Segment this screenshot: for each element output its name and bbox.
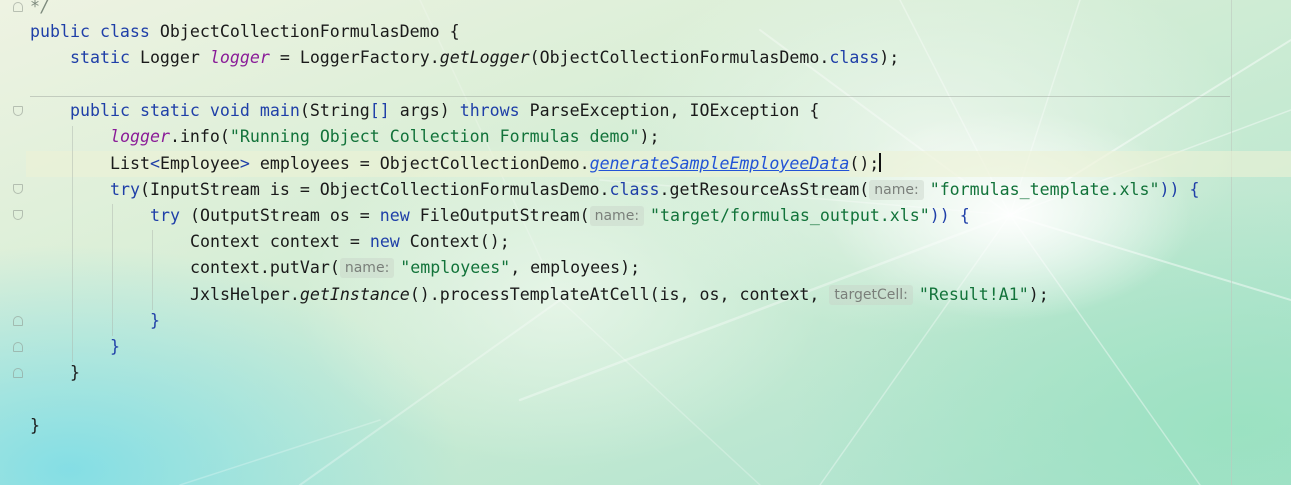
get-logger-arg: (ObjectCollectionFormulasDemo. xyxy=(529,48,830,67)
parameter-hint-name: name: xyxy=(869,180,924,200)
template-filename-string: "formulas_template.xls" xyxy=(929,180,1160,199)
indent-guide-try-input xyxy=(112,204,113,336)
keyword-static: static xyxy=(139,101,200,120)
code-line-close-class: } xyxy=(30,413,40,439)
generic-close: > xyxy=(239,154,250,173)
code-line-try-output: try (OutputStream os = new FileOutputStr… xyxy=(150,203,970,229)
code-line-try-input: try(InputStream is = ObjectCollectionFor… xyxy=(110,177,1199,203)
main-params-open: (String xyxy=(299,101,370,120)
close-brace: } xyxy=(110,337,120,356)
fold-marker-comment[interactable] xyxy=(13,2,23,12)
indent-guide-main xyxy=(72,126,73,362)
info-call: .info( xyxy=(169,127,230,146)
code-line-main-declaration: public static void main(String[] args) t… xyxy=(70,98,819,124)
put-var-end: , employees); xyxy=(510,258,641,277)
output-stream-decl: (OutputStream os = xyxy=(179,206,380,225)
keyword-static: static xyxy=(70,48,130,67)
get-logger-method: getLogger xyxy=(439,48,530,67)
editor-gutter xyxy=(0,0,26,485)
code-line-put-var: context.putVar(name: "employees", employe… xyxy=(190,255,640,281)
close-brace: } xyxy=(150,311,160,330)
process-end: ); xyxy=(1028,285,1049,304)
try-output-end: )) { xyxy=(929,206,970,225)
generic-open: < xyxy=(149,154,160,173)
keyword-new: new xyxy=(379,206,410,225)
method-separator xyxy=(30,96,1230,97)
generate-sample-data-link[interactable]: generateSampleEmployeeData xyxy=(590,154,850,173)
code-line-close-method: } xyxy=(70,360,80,386)
list-type: List xyxy=(110,154,150,173)
log-message-string: "Running Object Collection Formulas demo… xyxy=(229,127,640,146)
input-stream-decl: (InputStream is = ObjectCollectionFormul… xyxy=(139,180,610,199)
fold-marker-try-input[interactable] xyxy=(13,184,23,194)
keyword-public: public xyxy=(70,101,130,120)
jxls-helper: JxlsHelper. xyxy=(190,285,300,304)
code-line-context: Context context = new Context(); xyxy=(190,229,510,255)
code-line-employees: List<Employee> employees = ObjectCollect… xyxy=(110,151,882,177)
close-brace: } xyxy=(30,416,40,435)
keyword-class: class xyxy=(829,48,880,67)
put-var-call: context.putVar( xyxy=(190,258,340,277)
keyword-try: try xyxy=(110,180,140,199)
code-line-process-template: JxlsHelper.getInstance().processTemplate… xyxy=(190,282,1049,308)
code-line-logger-info: logger.info("Running Object Collection F… xyxy=(110,124,660,150)
context-decl: Context context = xyxy=(190,232,370,251)
right-margin-guide xyxy=(1231,0,1232,485)
get-resource-call: .getResourceAsStream( xyxy=(659,180,870,199)
keyword-new: new xyxy=(369,232,400,251)
keyword-throws: throws xyxy=(459,101,520,120)
log-call-end: ); xyxy=(639,127,660,146)
fold-marker-try-input-end[interactable] xyxy=(13,342,23,352)
code-line-comment-end: */ xyxy=(30,0,50,20)
keyword-try: try xyxy=(150,206,180,225)
fold-marker-try-output-end[interactable] xyxy=(13,316,23,326)
logger-field: logger xyxy=(209,48,270,67)
try-input-end: )) { xyxy=(1159,180,1200,199)
class-name: ObjectCollectionFormulasDemo xyxy=(159,22,440,41)
process-template-call: ().processTemplateAtCell(is, os, context… xyxy=(409,285,830,304)
text-caret xyxy=(879,153,882,172)
fold-marker-main[interactable] xyxy=(13,106,23,116)
employees-string: "employees" xyxy=(400,258,511,277)
logger-type: Logger xyxy=(139,48,200,67)
employees-end: (); xyxy=(849,154,880,173)
main-params-rest: args) xyxy=(389,101,460,120)
parameter-hint-target-cell: targetCell: xyxy=(829,285,913,305)
parameter-hint-name: name: xyxy=(589,206,645,226)
logger-field: logger xyxy=(110,127,170,146)
target-cell-string: "Result!A1" xyxy=(918,285,1029,304)
code-line-class-declaration: public class ObjectCollectionFormulasDem… xyxy=(30,19,460,45)
keyword-public: public xyxy=(30,22,90,41)
main-exceptions: ParseException, IOException { xyxy=(519,101,820,120)
get-instance-method: getInstance xyxy=(299,285,410,304)
comment-end: */ xyxy=(30,0,50,16)
parameter-hint-name: name: xyxy=(339,258,395,278)
array-brackets: [] xyxy=(369,101,390,120)
employee-type: Employee xyxy=(159,154,240,173)
close-brace: } xyxy=(70,363,80,382)
file-output-stream-call: FileOutputStream( xyxy=(409,206,590,225)
code-line-logger-field: static Logger logger = LoggerFactory.get… xyxy=(70,45,899,71)
indent-guide-try-output xyxy=(152,230,153,310)
fold-marker-try-output[interactable] xyxy=(13,210,23,220)
keyword-class: class xyxy=(99,22,150,41)
logger-assign: = LoggerFactory. xyxy=(269,48,440,67)
method-name-main: main xyxy=(259,101,300,120)
keyword-void: void xyxy=(209,101,250,120)
context-constructor: Context(); xyxy=(399,232,510,251)
output-filename-string: "target/formulas_output.xls" xyxy=(650,206,930,225)
code-line-close-outer-try: } xyxy=(110,334,120,360)
keyword-class: class xyxy=(609,180,660,199)
employees-assign: employees = ObjectCollectionDemo. xyxy=(249,154,590,173)
class-open-brace: { xyxy=(439,22,460,41)
code-line-close-inner-try: } xyxy=(150,308,160,334)
fold-marker-main-end[interactable] xyxy=(13,368,23,378)
logger-end: ); xyxy=(879,48,900,67)
